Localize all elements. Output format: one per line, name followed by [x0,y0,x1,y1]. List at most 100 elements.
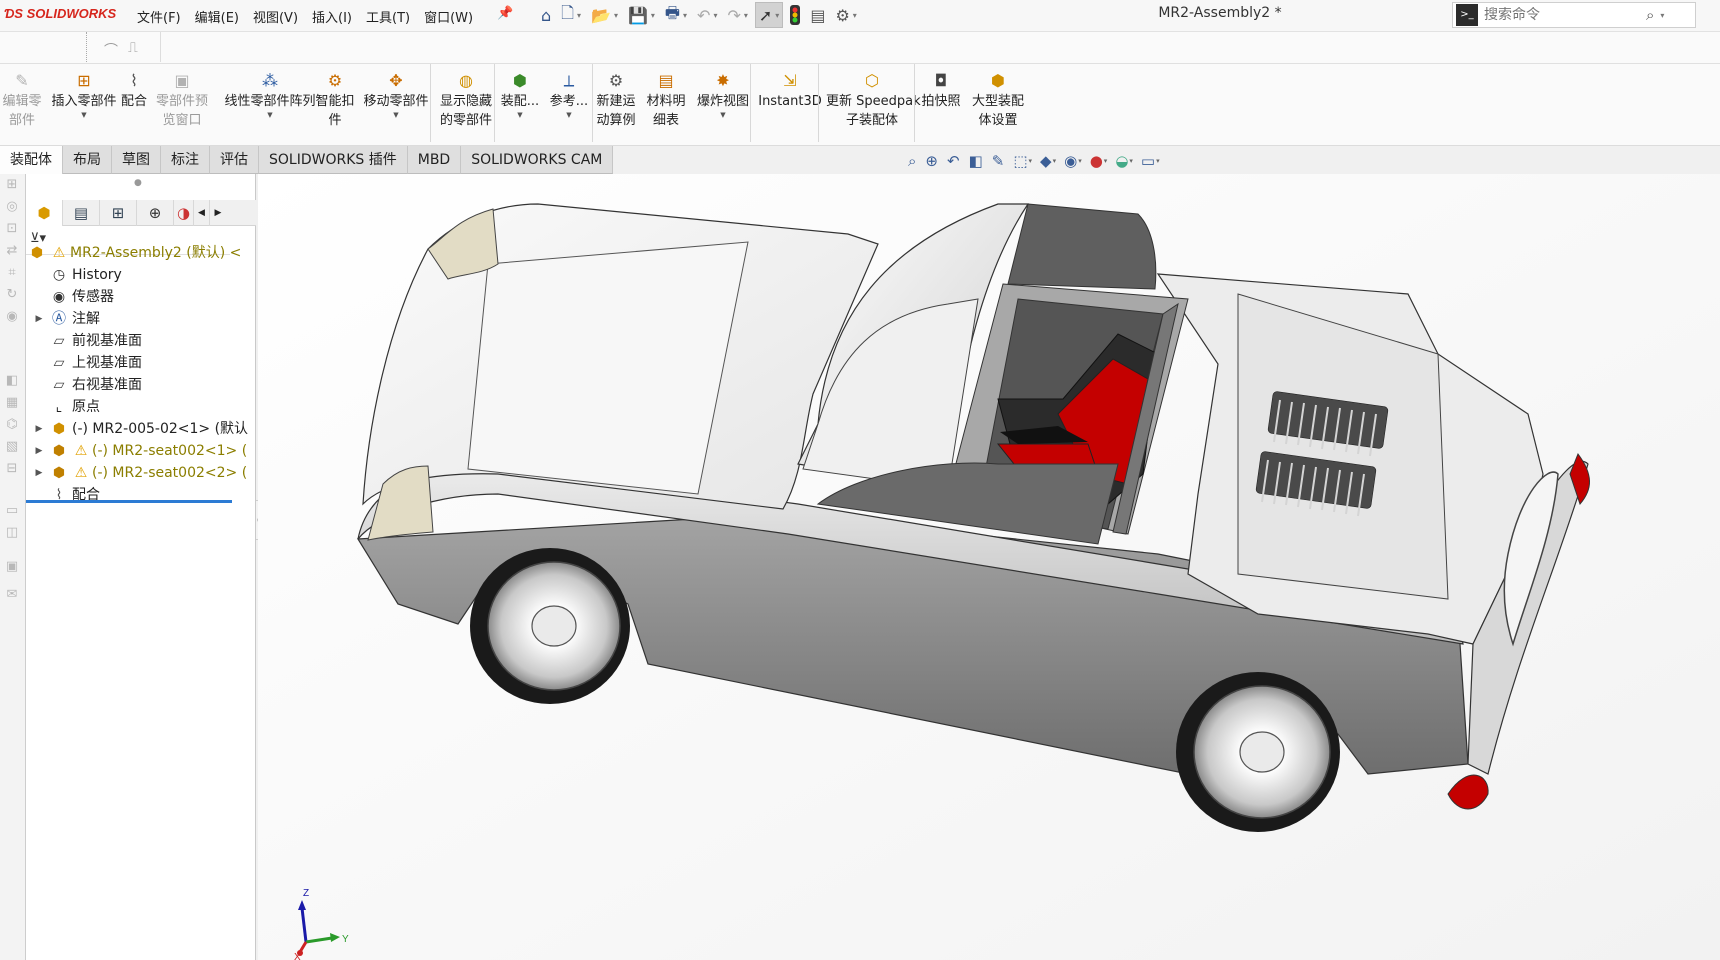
sketch-step-icon[interactable]: ⎍ [128,40,138,56]
panel-grip[interactable]: ● [134,178,142,188]
chevron-down-icon[interactable]: ▾ [1129,157,1133,165]
tree-item[interactable]: ▱ 右视基准面 [26,374,256,396]
strip-sketch-icon[interactable]: ◎ [3,198,21,216]
tab-layout[interactable]: 布局 [63,146,112,174]
search-input[interactable] [1484,7,1644,23]
strip-palette-icon[interactable]: ▧ [3,438,21,456]
tab-mbd[interactable]: MBD [407,146,462,174]
chevron-down-icon[interactable]: ▼ [694,111,752,119]
hide-show-items-icon[interactable]: ◉ [1064,152,1077,170]
menu-edit[interactable]: 编辑(E) [188,7,246,26]
linear-pattern-button[interactable]: ⁂ 线性零部件阵列 ▼ [216,66,324,144]
expand-arrow-icon[interactable]: ▶ [34,440,44,462]
insert-components-button[interactable]: ⊞ 插入零部件 ▼ [48,66,120,144]
home-icon[interactable]: ⌂ [538,2,554,28]
dimxpert-manager-icon[interactable]: ⊕ [137,200,174,226]
save-icon[interactable]: 💾 ▾ [625,2,658,28]
tab-assembly[interactable]: 装配体 [0,146,63,174]
strip-component-icon[interactable]: ⊡ [3,220,21,238]
tab-cam[interactable]: SOLIDWORKS CAM [461,146,614,174]
chevron-down-icon[interactable]: ▼ [48,111,120,119]
reference-geometry-button[interactable]: ⟂ 参考... ▼ [548,66,590,144]
exploded-view-button[interactable]: ✸ 爆炸视图 ▼ [694,66,752,144]
tree-item[interactable]: ◷ History [26,264,256,286]
display-style-icon[interactable]: ◆ [1040,152,1052,170]
apply-scene-icon[interactable]: ◒ [1115,152,1128,170]
menu-insert[interactable]: 插入(I) [305,7,359,26]
chevron-down-icon[interactable]: ▾ [1029,157,1033,165]
file-properties-icon[interactable]: ▤ [807,2,828,28]
expand-arrow-icon[interactable]: ▶ [34,418,44,440]
rebuild-traffic-light-icon[interactable] [787,2,803,28]
show-hidden-components-button[interactable]: ◍ 显示隐藏 的零部件 [436,66,496,144]
mate-paperclip-button[interactable]: ⌇ 配合 [118,66,150,144]
dynamic-annotation-icon[interactable]: ✎ [992,152,1005,170]
view-settings-icon[interactable]: ▭ [1141,152,1155,170]
edit-appearance-icon[interactable]: ● [1090,152,1103,170]
tab-addins[interactable]: SOLIDWORKS 插件 [259,146,408,174]
search-commands[interactable]: >_ ⌕ ▾ [1452,2,1696,28]
search-icon[interactable]: ⌕ [1646,6,1654,24]
strip-appearance-icon[interactable]: ◧ [3,372,21,390]
tree-item[interactable]: ⌞ 原点 [26,396,256,418]
bill-of-materials-button[interactable]: ▤ 材料明 细表 [644,66,688,144]
print-icon[interactable]: 🖶 ▾ [662,2,690,28]
chevron-down-icon[interactable]: ▾ [1078,157,1082,165]
tree-item[interactable]: ▱ 上视基准面 [26,352,256,374]
instant3d-button[interactable]: ⇲ Instant3D [758,66,822,144]
property-manager-icon[interactable]: ▤ [63,200,100,226]
display-manager-icon[interactable]: ◑ [174,200,194,226]
expand-arrow-icon[interactable]: ▶ [34,462,44,484]
strip-properties-icon[interactable]: ⊟ [3,460,21,478]
move-component-button[interactable]: ✥ 移动零部件 ▼ [360,66,432,144]
undo-icon[interactable]: ↶ ▾ [694,2,720,28]
solidworks-logo[interactable]: ƊS SOLIDWORKS [4,6,116,21]
chevron-down-icon[interactable]: ▾ [1053,157,1057,165]
strip-move-icon[interactable]: ⇄ [3,242,21,260]
strip-forum-icon[interactable]: ✉ [3,586,21,604]
tab-scroll-left-icon[interactable]: ◀ [194,200,210,226]
tab-scroll-right-icon[interactable]: ▶ [210,200,226,226]
menu-tools[interactable]: 工具(T) [359,7,417,26]
previous-view-icon[interactable]: ↶ [947,152,960,170]
chevron-down-icon[interactable]: ▼ [500,111,540,119]
pin-menu-icon[interactable]: 📌 [497,6,513,21]
rollback-bar[interactable] [26,500,232,503]
tab-sketch[interactable]: 草图 [112,146,161,174]
snapshot-camera-button[interactable]: ◘ 拍快照 [920,66,962,144]
tree-item[interactable]: ▶ Ⓐ 注解 [26,308,256,330]
strip-resources-icon[interactable]: ◫ [3,524,21,542]
chevron-down-icon[interactable]: ▾ [1156,157,1160,165]
zoom-to-fit-icon[interactable]: ⌕ [908,152,916,170]
tab-annotation[interactable]: 标注 [161,146,210,174]
strip-mate-icon[interactable]: ⌗ [3,264,21,282]
assembly-features-button[interactable]: ⬢ 装配... ▼ [500,66,540,144]
update-speedpak-button[interactable]: ⬡ 更新 Speedpak 子装配体 [826,66,921,144]
section-view-icon[interactable]: ◧ [969,152,983,170]
strip-document-icon[interactable]: ▭ [3,502,21,520]
strip-explorer-icon[interactable]: ⌬ [3,416,21,434]
tree-item[interactable]: ▶ ⬢ (-) MR2-005-02<1> (默认 [26,418,256,440]
strip-rotate-icon[interactable]: ↻ [3,286,21,304]
options-gear-icon[interactable]: ⚙ ▾ [832,2,859,28]
strip-view-icon[interactable]: ◉ [3,308,21,326]
expand-arrow-icon[interactable]: ▶ [34,308,44,330]
smart-fasteners-button[interactable]: ⚙ 智能扣件 [312,66,358,144]
tab-evaluate[interactable]: 评估 [210,146,259,174]
chevron-down-icon[interactable]: ▼ [216,111,324,119]
select-cursor-icon[interactable]: ➚ ▾ [754,2,784,28]
sketch-line-icon[interactable]: ⌒ [104,40,118,60]
component-preview-button[interactable]: ▣ 零部件预 览窗口 [154,66,210,144]
tree-item[interactable]: ◉ 传感器 [26,286,256,308]
strip-library-icon[interactable]: ▦ [3,394,21,412]
tree-item[interactable]: ▶ ⬢ ⚠ (-) MR2-seat002<2> ( [26,462,256,484]
tree-item[interactable]: ▶ ⬢ ⚠ (-) MR2-seat002<1> ( [26,440,256,462]
chevron-down-icon[interactable]: ▾ [1660,11,1664,20]
featuremanager-tree-icon[interactable]: ⬢ [26,200,63,226]
tree-item[interactable]: ▱ 前视基准面 [26,330,256,352]
chevron-down-icon[interactable]: ▾ [1104,157,1108,165]
graphics-area[interactable] [258,174,1720,960]
view-orientation-icon[interactable]: ⬚ [1013,152,1027,170]
tree-item[interactable]: ⬢ ⚠ MR2-Assembly2 (默认) < [26,242,256,264]
edit-component-button[interactable]: ✎ 编辑零 部件 [2,66,42,144]
